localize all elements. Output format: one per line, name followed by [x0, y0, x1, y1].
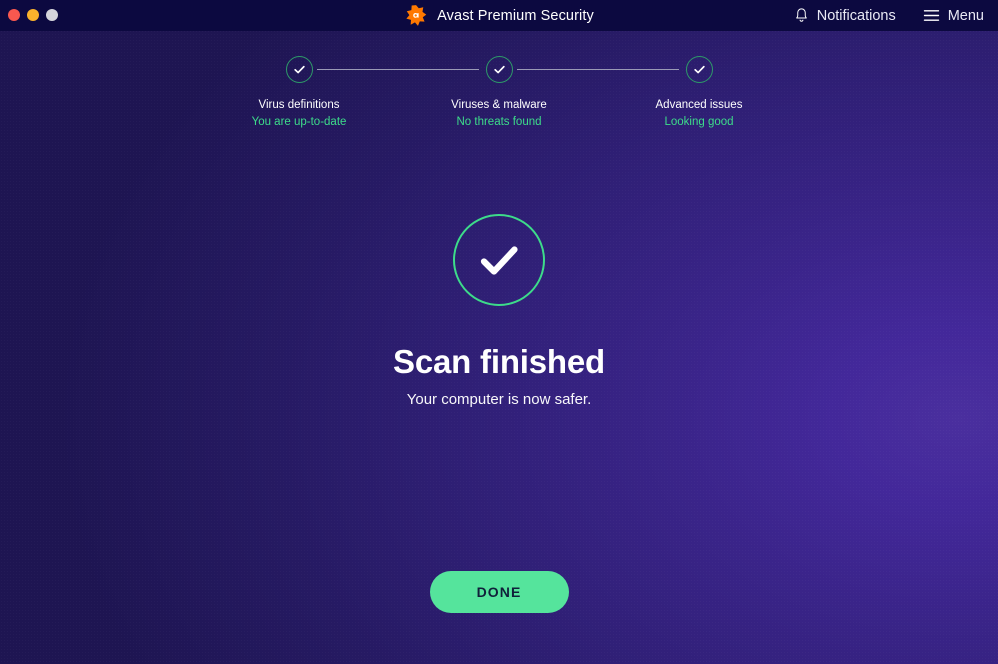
status-connector-2 — [517, 69, 679, 70]
zoom-window-button[interactable] — [46, 9, 58, 21]
menu-button[interactable]: Menu — [923, 8, 984, 24]
close-window-button[interactable] — [8, 9, 20, 21]
notifications-label: Notifications — [816, 7, 896, 24]
status-label: Virus definitions — [258, 99, 340, 111]
check-circle-icon — [485, 56, 513, 83]
status-item-virus-definitions[interactable]: Virus definitions You are up-to-date — [199, 56, 399, 129]
avast-scan-finished-window: Avast Premium Security Notifications Men… — [0, 0, 998, 664]
status-value: Looking good — [664, 116, 734, 128]
scan-result-hero: Scan finished Your computer is now safer… — [0, 214, 998, 409]
check-circle-icon — [285, 56, 313, 83]
minimize-window-button[interactable] — [27, 9, 39, 21]
app-brand: Avast Premium Security — [404, 0, 594, 31]
menu-label: Menu — [947, 7, 984, 24]
checkmark-icon — [480, 246, 518, 275]
app-title: Avast Premium Security — [437, 7, 594, 24]
scan-status-strip: Virus definitions You are up-to-date Vir… — [0, 56, 998, 129]
avast-logo-icon — [406, 4, 427, 26]
notifications-button[interactable]: Notifications — [794, 7, 896, 24]
check-circle-icon — [685, 56, 713, 83]
large-check-circle-icon — [453, 214, 545, 306]
footer-actions: DONE — [0, 571, 998, 613]
status-value: No threats found — [456, 116, 542, 128]
status-value: You are up-to-date — [251, 116, 347, 128]
status-label: Advanced issues — [655, 99, 743, 111]
titlebar-actions: Notifications Menu — [794, 0, 984, 31]
status-items: Virus definitions You are up-to-date Vir… — [199, 56, 799, 129]
bell-icon — [795, 8, 807, 22]
status-label: Viruses & malware — [451, 99, 547, 111]
page-subtitle: Your computer is now safer. — [406, 391, 592, 408]
status-item-viruses-malware[interactable]: Viruses & malware No threats found — [399, 56, 599, 129]
done-button[interactable]: DONE — [429, 571, 569, 613]
status-item-advanced-issues[interactable]: Advanced issues Looking good — [599, 56, 799, 129]
checkmark-icon — [493, 65, 505, 74]
page-title: Scan finished — [393, 343, 605, 380]
checkmark-icon — [293, 65, 305, 74]
title-bar: Avast Premium Security Notifications Men… — [0, 0, 998, 31]
window-traffic-lights — [8, 9, 58, 21]
status-connector-1 — [317, 69, 479, 70]
hamburger-icon — [923, 10, 939, 21]
checkmark-icon — [693, 65, 705, 74]
